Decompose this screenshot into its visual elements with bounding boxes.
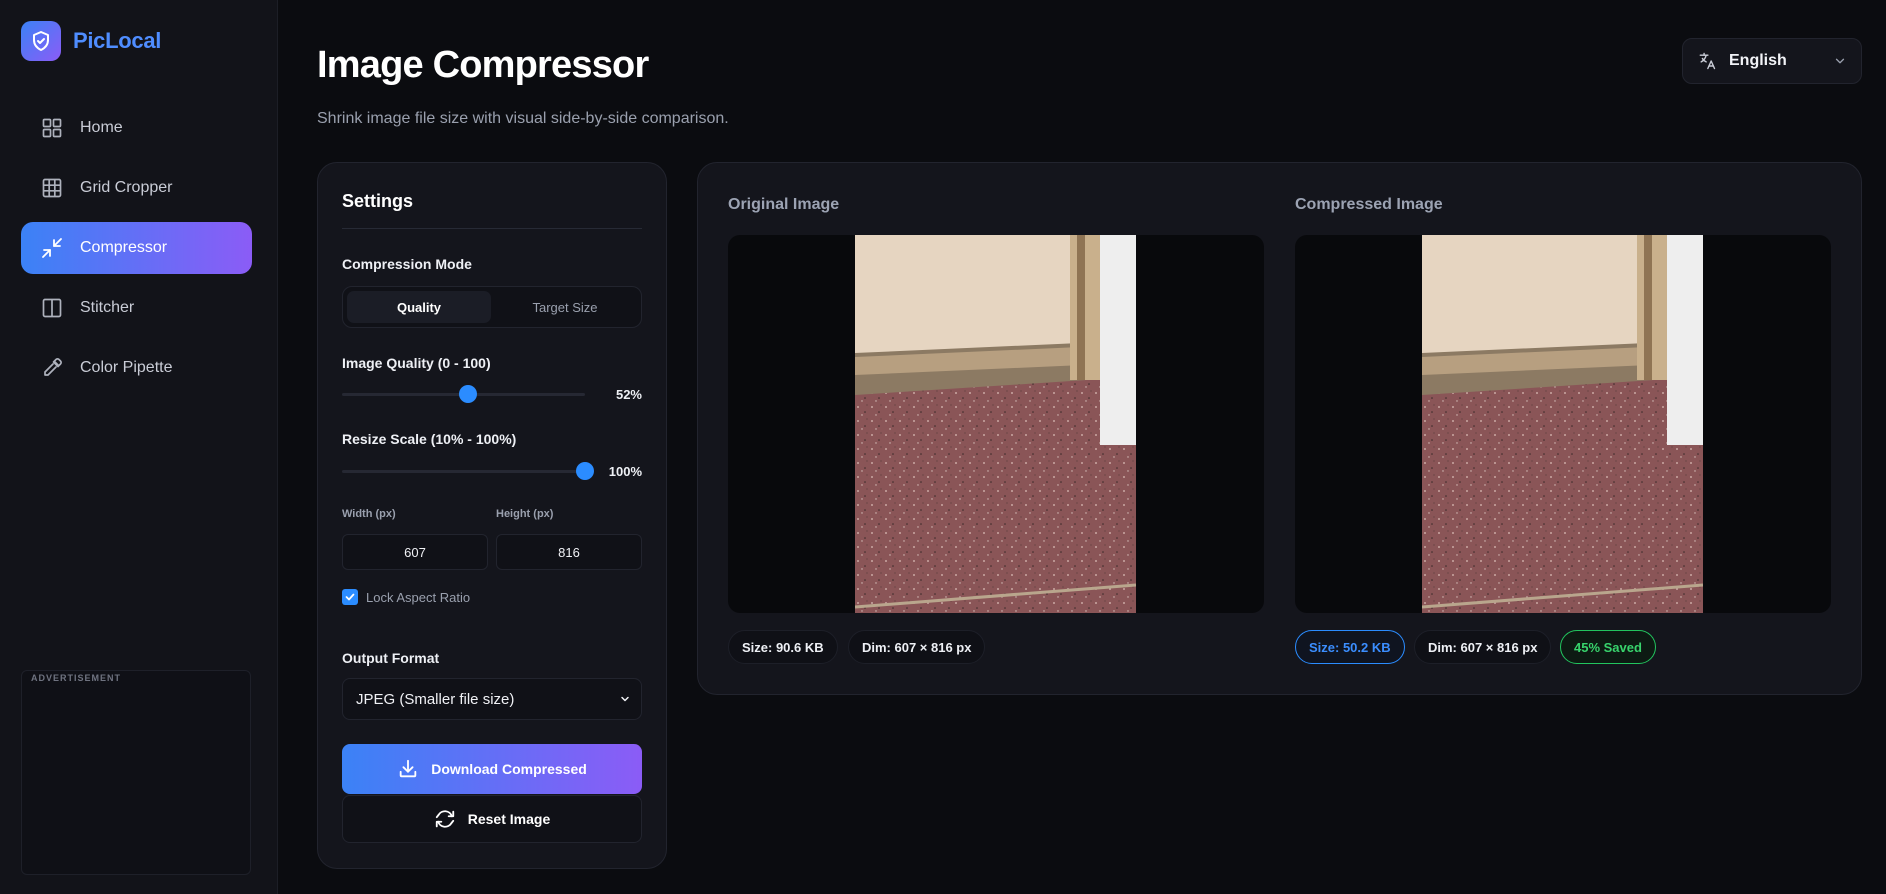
refresh-icon (435, 810, 454, 828)
lock-aspect-ratio-checkbox[interactable]: Lock Aspect Ratio (342, 589, 470, 605)
comparison-panel: Original Image Compressed Image Size: 90… (697, 162, 1862, 695)
sidebar-item-label: Grid Cropper (80, 179, 173, 196)
lock-aspect-ratio-label: Lock Aspect Ratio (366, 589, 471, 605)
saved-percent-badge: 45% Saved (1560, 630, 1656, 664)
original-dimensions-badge: Dim: 607 × 816 px (848, 630, 986, 664)
settings-title: Settings (342, 191, 414, 211)
sidebar-item-home[interactable]: Home (21, 102, 252, 154)
original-image-title: Original Image (728, 196, 840, 213)
brand-name: PicLocal (73, 28, 162, 53)
compression-mode-toggle: Quality Target Size (342, 286, 642, 328)
page-title: Image Compressor (317, 44, 649, 86)
checkmark-icon (345, 593, 355, 601)
mode-target-size-button[interactable]: Target Size (493, 291, 637, 323)
shield-logo-icon (21, 21, 61, 61)
split-panel-icon (42, 298, 62, 318)
grid-nine-icon (42, 178, 62, 198)
translate-icon (1699, 52, 1716, 70)
compressed-size-badge: Size: 50.2 KB (1295, 630, 1405, 664)
brand[interactable]: PicLocal (21, 21, 161, 61)
resize-scale-slider[interactable] (342, 461, 594, 481)
original-photo (855, 235, 1136, 613)
download-button-label: Download Compressed (431, 761, 587, 777)
sidebar: PicLocal Home Grid Cropper Compressor St… (0, 0, 278, 894)
slider-thumb[interactable] (459, 385, 478, 403)
sidebar-item-label: Stitcher (80, 299, 135, 316)
advertisement-slot: ADVERTISEMENT (21, 670, 251, 875)
compressed-image-preview[interactable] (1295, 235, 1831, 613)
download-icon (399, 759, 417, 778)
mode-quality-button[interactable]: Quality (347, 291, 491, 323)
resize-scale-label: Resize Scale (10% - 100%) (342, 431, 517, 447)
chevron-down-icon (1835, 58, 1845, 64)
sidebar-nav: Home Grid Cropper Compressor Stitcher Co… (21, 102, 252, 402)
compressed-photo (1422, 235, 1703, 613)
pipette-icon (44, 358, 62, 376)
ad-label: ADVERTISEMENT (31, 673, 122, 683)
height-input[interactable] (496, 534, 642, 570)
reset-button-label: Reset Image (467, 811, 551, 827)
compression-mode-label: Compression Mode (342, 256, 472, 272)
language-label: English (1729, 52, 1787, 69)
settings-panel: Settings Compression Mode Quality Target… (317, 162, 667, 869)
slider-thumb[interactable] (576, 462, 594, 480)
sidebar-item-stitcher[interactable]: Stitcher (21, 282, 252, 334)
sidebar-item-grid-cropper[interactable]: Grid Cropper (21, 162, 252, 214)
minimize-arrows-icon (42, 238, 62, 258)
slider-track (342, 470, 585, 473)
resize-scale-value: 100% (608, 464, 642, 479)
width-input[interactable] (342, 534, 488, 570)
sidebar-item-label: Color Pipette (80, 359, 173, 376)
output-format-label: Output Format (342, 650, 440, 666)
settings-divider (342, 228, 642, 229)
checkbox-checked[interactable] (342, 589, 358, 605)
download-compressed-button[interactable]: Download Compressed (342, 744, 642, 794)
image-quality-slider[interactable] (342, 384, 585, 404)
language-select[interactable]: English (1682, 38, 1862, 84)
width-label: Width (px) (342, 508, 396, 520)
sidebar-item-compressor[interactable]: Compressor (21, 222, 252, 274)
height-label: Height (px) (496, 508, 554, 520)
output-format-select[interactable]: JPEG (Smaller file size) (342, 678, 642, 720)
output-format-value: JPEG (Smaller file size) (356, 690, 515, 708)
sidebar-item-label: Compressor (80, 239, 168, 256)
page-subtitle: Shrink image file size with visual side-… (317, 110, 729, 127)
image-quality-value: 52% (615, 387, 642, 402)
reset-image-button[interactable]: Reset Image (342, 795, 642, 843)
sidebar-item-color-pipette[interactable]: Color Pipette (21, 342, 252, 394)
original-image-preview[interactable] (728, 235, 1264, 613)
image-quality-label: Image Quality (0 - 100) (342, 355, 491, 371)
chevron-down-icon (621, 696, 629, 702)
compressed-image-title: Compressed Image (1295, 196, 1443, 213)
grid-four-icon (42, 118, 62, 138)
original-size-badge: Size: 90.6 KB (728, 630, 838, 664)
sidebar-item-label: Home (80, 119, 123, 136)
compressed-dimensions-badge: Dim: 607 × 816 px (1414, 630, 1552, 664)
